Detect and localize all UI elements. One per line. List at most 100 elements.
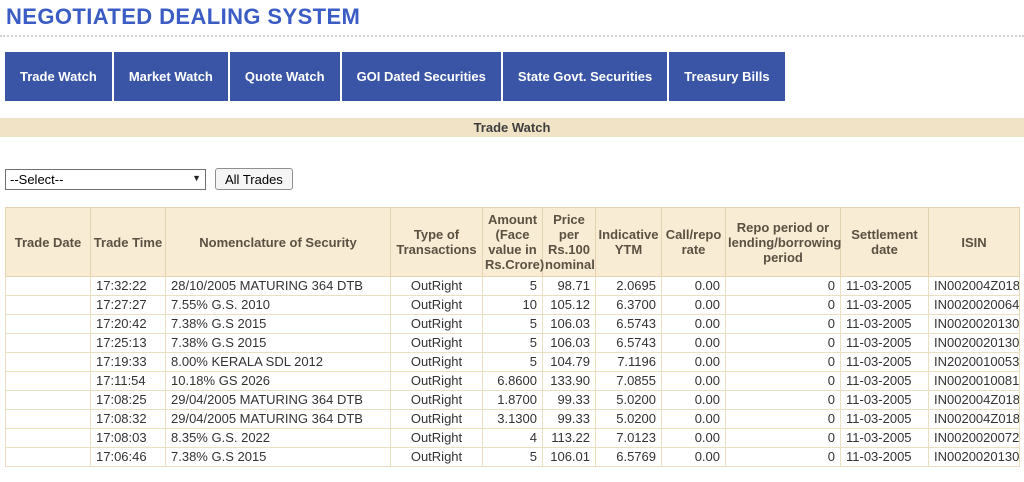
table-cell: OutRight: [390, 314, 483, 334]
table-cell: IN0020020130: [928, 314, 1020, 334]
title-divider: [0, 35, 1024, 37]
table-cell: 7.1196: [595, 352, 662, 372]
table-cell: 17:27:27: [90, 295, 166, 315]
table-cell: 0.00: [661, 276, 726, 296]
table-cell: 29/04/2005 MATURING 364 DTB: [165, 390, 391, 410]
table-cell: [5, 295, 91, 315]
table-cell: [5, 333, 91, 353]
nav-treasury-bills[interactable]: Treasury Bills: [669, 52, 785, 101]
table-cell: 2.0695: [595, 276, 662, 296]
col-header-price: Price per Rs.100 nominal: [542, 207, 596, 277]
table-cell: 11-03-2005: [840, 295, 929, 315]
table-cell: 7.55% G.S. 2010: [165, 295, 391, 315]
table-cell: IN0020020130: [928, 447, 1020, 467]
table-cell: 11-03-2005: [840, 409, 929, 429]
table-cell: 0: [725, 333, 841, 353]
table-cell: 0.00: [661, 333, 726, 353]
nav-market-watch[interactable]: Market Watch: [113, 52, 228, 101]
table-cell: 17:11:54: [90, 371, 166, 391]
table-cell: 106.01: [542, 447, 596, 467]
table-cell: OutRight: [390, 428, 483, 448]
nav-trade-watch[interactable]: Trade Watch: [5, 52, 112, 101]
trades-table-body: 17:32:22 28/10/2005 MATURING 364 DTB OutRi…: [5, 276, 1020, 467]
table-cell: 5: [482, 333, 543, 353]
table-cell: 17:32:22: [90, 276, 166, 296]
section-header: Trade Watch: [0, 118, 1024, 137]
table-cell: OutRight: [390, 352, 483, 372]
table-cell: 11-03-2005: [840, 333, 929, 353]
table-cell: 17:06:46: [90, 447, 166, 467]
table-cell: 0: [725, 295, 841, 315]
table-cell: 6.5769: [595, 447, 662, 467]
table-cell: [5, 352, 91, 372]
nav-quote-watch[interactable]: Quote Watch: [229, 52, 340, 101]
table-cell: 11-03-2005: [840, 314, 929, 334]
controls: --Select-- ▼ All Trades: [5, 168, 1024, 190]
table-cell: IN0020010081: [928, 371, 1020, 391]
table-cell: 6.3700: [595, 295, 662, 315]
table-cell: 7.38% G.S 2015: [165, 447, 391, 467]
table-cell: OutRight: [390, 276, 483, 296]
table-cell: 11-03-2005: [840, 276, 929, 296]
table-cell: 17:20:42: [90, 314, 166, 334]
table-cell: 113.22: [542, 428, 596, 448]
table-row: 17:32:22 28/10/2005 MATURING 364 DTB OutRi…: [5, 276, 1020, 296]
table-row: 17:27:27 7.55% G.S. 2010 OutRight 10 105.12 6…: [5, 295, 1020, 315]
col-header-repo-period: Repo period or lending/borrowing period: [725, 207, 841, 277]
table-row: 17:19:33 8.00% KERALA SDL 2012 OutRight 5 10…: [5, 352, 1020, 372]
table-cell: 0.00: [661, 447, 726, 467]
table-cell: 0: [725, 409, 841, 429]
table-cell: OutRight: [390, 295, 483, 315]
col-header-indicative-ytm: Indicative YTM: [595, 207, 662, 277]
table-cell: IN0020020072: [928, 428, 1020, 448]
table-cell: 11-03-2005: [840, 352, 929, 372]
table-cell: [5, 371, 91, 391]
table-cell: [5, 447, 91, 467]
table-cell: IN0020020064: [928, 295, 1020, 315]
table-cell: OutRight: [390, 447, 483, 467]
table-cell: 10.18% GS 2026: [165, 371, 391, 391]
table-cell: 99.33: [542, 409, 596, 429]
table-cell: 11-03-2005: [840, 428, 929, 448]
table-cell: 6.8600: [482, 371, 543, 391]
table-cell: 11-03-2005: [840, 447, 929, 467]
table-cell: 104.79: [542, 352, 596, 372]
table-cell: OutRight: [390, 333, 483, 353]
table-cell: 5.0200: [595, 409, 662, 429]
table-cell: 7.0855: [595, 371, 662, 391]
table-cell: 8.35% G.S. 2022: [165, 428, 391, 448]
col-header-trade-time: Trade Time: [90, 207, 166, 277]
table-row: 17:25:13 7.38% G.S 2015 OutRight 5 106.03 6.5…: [5, 333, 1020, 353]
table-cell: 0: [725, 428, 841, 448]
table-cell: 5.0200: [595, 390, 662, 410]
nav-state-govt-securities[interactable]: State Govt. Securities: [502, 52, 668, 101]
table-row: 17:08:25 29/04/2005 MATURING 364 DTB OutRi…: [5, 390, 1020, 410]
table-cell: 99.33: [542, 390, 596, 410]
table-cell: 17:19:33: [90, 352, 166, 372]
table-cell: 0: [725, 314, 841, 334]
trades-table: Trade Date Trade Time Nomenclature of Se…: [5, 207, 1020, 467]
col-header-amount: Amount (Face value in Rs.Crore): [482, 207, 544, 277]
table-cell: 0.00: [661, 352, 726, 372]
security-select[interactable]: --Select--: [5, 168, 206, 190]
table-cell: 4: [482, 428, 543, 448]
table-cell: OutRight: [390, 390, 483, 410]
nav-goi-dated-securities[interactable]: GOI Dated Securities: [341, 52, 501, 101]
table-row: 17:08:32 29/04/2005 MATURING 364 DTB OutRi…: [5, 409, 1020, 429]
table-cell: 10: [482, 295, 543, 315]
table-row: 17:20:42 7.38% G.S 2015 OutRight 5 106.03 6.5…: [5, 314, 1020, 334]
page-title: NEGOTIATED DEALING SYSTEM: [6, 4, 361, 29]
col-header-settlement-date: Settlement date: [840, 207, 929, 277]
all-trades-button[interactable]: All Trades: [215, 168, 293, 190]
table-cell: 0.00: [661, 371, 726, 391]
table-cell: 7.38% G.S 2015: [165, 333, 391, 353]
table-cell: 17:08:03: [90, 428, 166, 448]
table-cell: 3.1300: [482, 409, 543, 429]
table-cell: 5: [482, 276, 543, 296]
table-cell: 0.00: [661, 295, 726, 315]
table-cell: 0: [725, 390, 841, 410]
table-cell: 5: [482, 447, 543, 467]
table-cell: IN2020010053: [928, 352, 1020, 372]
table-cell: 11-03-2005: [840, 390, 929, 410]
table-cell: 17:25:13: [90, 333, 166, 353]
